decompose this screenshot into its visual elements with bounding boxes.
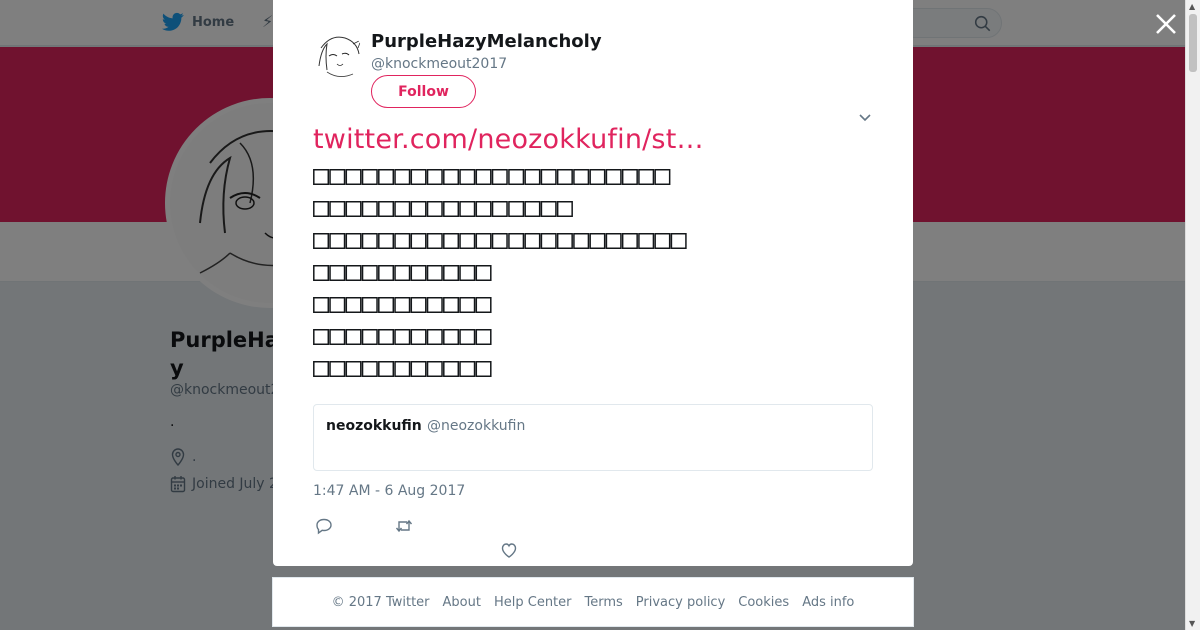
tweet-text-line: □□□□□□□□□□□ [313, 352, 492, 383]
like-button[interactable] [500, 541, 518, 559]
quoted-tweet-card[interactable]: neozokkufin @neozokkufin [313, 404, 873, 471]
tweet-text-line: □□□□□□□□□□□ [313, 288, 492, 319]
tweet-text-line: □□□□□□□□□□□ [313, 320, 492, 351]
tweet-timestamp[interactable]: 1:47 AM - 6 Aug 2017 [313, 483, 465, 499]
reply-icon [316, 518, 332, 535]
close-icon [1156, 14, 1176, 34]
reply-button[interactable] [315, 517, 333, 535]
quoted-tweet-author-handle: @neozokkufin [427, 418, 526, 434]
tweet-text-line: □□□□□□□□□□□□□□□□□□□□□□□ [313, 224, 687, 255]
anime-sketch-avatar-small-image [313, 30, 363, 80]
tweet-options-dropdown[interactable] [857, 110, 873, 126]
footer-link-cookies[interactable]: Cookies [738, 595, 789, 610]
footer-link-about[interactable]: About [443, 595, 481, 610]
footer-link-privacy-policy[interactable]: Privacy policy [636, 595, 725, 610]
footer-copyright: © 2017 Twitter [331, 594, 430, 610]
chevron-down-icon [859, 114, 871, 122]
tweet-link[interactable]: twitter.com/neozokkufin/st… [313, 124, 704, 155]
tweet-text-line: □□□□□□□□□□□□□□□□□□□□□□ [313, 160, 671, 191]
tweet-text: □□□□□□□□□□□□□□□□□□□□□□ □□□□□□□□□□□□□□□□ … [313, 160, 687, 384]
tweet-text-line: □□□□□□□□□□□ [313, 256, 492, 287]
tweet-author-avatar[interactable] [313, 30, 363, 80]
tweet-author-name[interactable]: PurpleHazyMelancholy [371, 31, 602, 52]
page-scrollbar[interactable]: ▲ ▼ [1185, 0, 1200, 630]
tweet-modal: PurpleHazyMelancholy @knockmeout2017 Fol… [273, 0, 913, 566]
like-icon [501, 543, 517, 558]
close-modal-button[interactable] [1153, 11, 1179, 37]
quoted-tweet-author-name: neozokkufin [326, 418, 422, 434]
scroll-down-arrow-icon[interactable]: ▼ [1189, 619, 1195, 628]
footer-link-help-center[interactable]: Help Center [494, 595, 572, 610]
footer-links: © 2017 Twitter About Help Center Terms P… [272, 577, 914, 627]
tweet-author-handle[interactable]: @knockmeout2017 [371, 56, 507, 72]
footer-link-terms[interactable]: Terms [585, 595, 623, 610]
scroll-up-arrow-icon[interactable]: ▲ [1189, 2, 1195, 11]
scrollbar-thumb[interactable] [1189, 14, 1197, 72]
follow-button[interactable]: Follow [371, 75, 476, 108]
retweet-button[interactable] [395, 517, 413, 535]
retweet-icon [395, 519, 413, 533]
footer-link-ads-info[interactable]: Ads info [802, 595, 854, 610]
tweet-text-line: □□□□□□□□□□□□□□□□ [313, 192, 574, 223]
